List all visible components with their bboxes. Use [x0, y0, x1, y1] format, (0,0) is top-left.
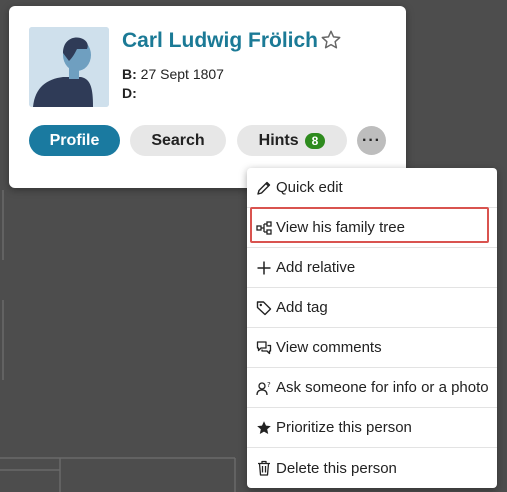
menu-item-label: Quick edit	[276, 179, 343, 196]
death-label: D:	[122, 85, 137, 101]
person-card: Carl Ludwig Frölich B: 27 Sept 1807 D: P…	[9, 6, 406, 188]
svg-text:?: ?	[267, 381, 271, 389]
person-silhouette-icon	[29, 27, 109, 107]
pencil-icon	[257, 181, 271, 195]
menu-item-delete[interactable]: Delete this person	[247, 448, 497, 488]
menu-item-ask-someone[interactable]: ? Ask someone for info or a photo	[247, 368, 497, 408]
hints-button[interactable]: Hints 8	[237, 125, 347, 156]
menu-item-label: Add relative	[276, 259, 356, 276]
birth-info: B: 27 Sept 1807	[122, 66, 224, 82]
menu-item-label: Add tag	[276, 299, 328, 316]
menu-item-label: Ask someone for info or a photo	[276, 379, 489, 396]
search-button[interactable]: Search	[130, 125, 226, 156]
menu-item-view-comments[interactable]: View comments	[247, 328, 497, 368]
birth-value: 27 Sept 1807	[140, 66, 224, 82]
avatar[interactable]	[29, 27, 109, 107]
birth-label: B:	[122, 66, 137, 82]
death-info: D:	[122, 85, 137, 101]
plus-icon	[257, 261, 271, 274]
trash-icon	[258, 460, 270, 476]
hints-label: Hints	[258, 131, 299, 149]
profile-button[interactable]: Profile	[29, 125, 120, 156]
menu-item-prioritize[interactable]: Prioritize this person	[247, 408, 497, 448]
more-options-button[interactable]: ···	[357, 126, 386, 155]
tag-icon	[256, 300, 272, 315]
menu-item-label: View comments	[276, 339, 382, 356]
menu-item-label: Delete this person	[276, 459, 397, 477]
family-tree-icon	[256, 220, 272, 235]
person-name[interactable]: Carl Ludwig Frölich	[122, 29, 318, 53]
comments-icon	[256, 340, 272, 354]
star-outline-icon[interactable]	[320, 29, 342, 51]
menu-item-view-family-tree[interactable]: View his family tree	[247, 208, 497, 248]
menu-item-quick-edit[interactable]: Quick edit	[247, 168, 497, 208]
menu-item-add-tag[interactable]: Add tag	[247, 288, 497, 328]
menu-item-add-relative[interactable]: Add relative	[247, 248, 497, 288]
menu-item-label: Prioritize this person	[276, 419, 412, 436]
menu-item-label: View his family tree	[276, 219, 405, 236]
ask-person-icon: ?	[256, 381, 271, 395]
more-options-menu: Quick edit View his family tree Add rela…	[247, 168, 497, 488]
hints-count-badge: 8	[304, 132, 326, 149]
star-filled-icon	[257, 420, 271, 434]
